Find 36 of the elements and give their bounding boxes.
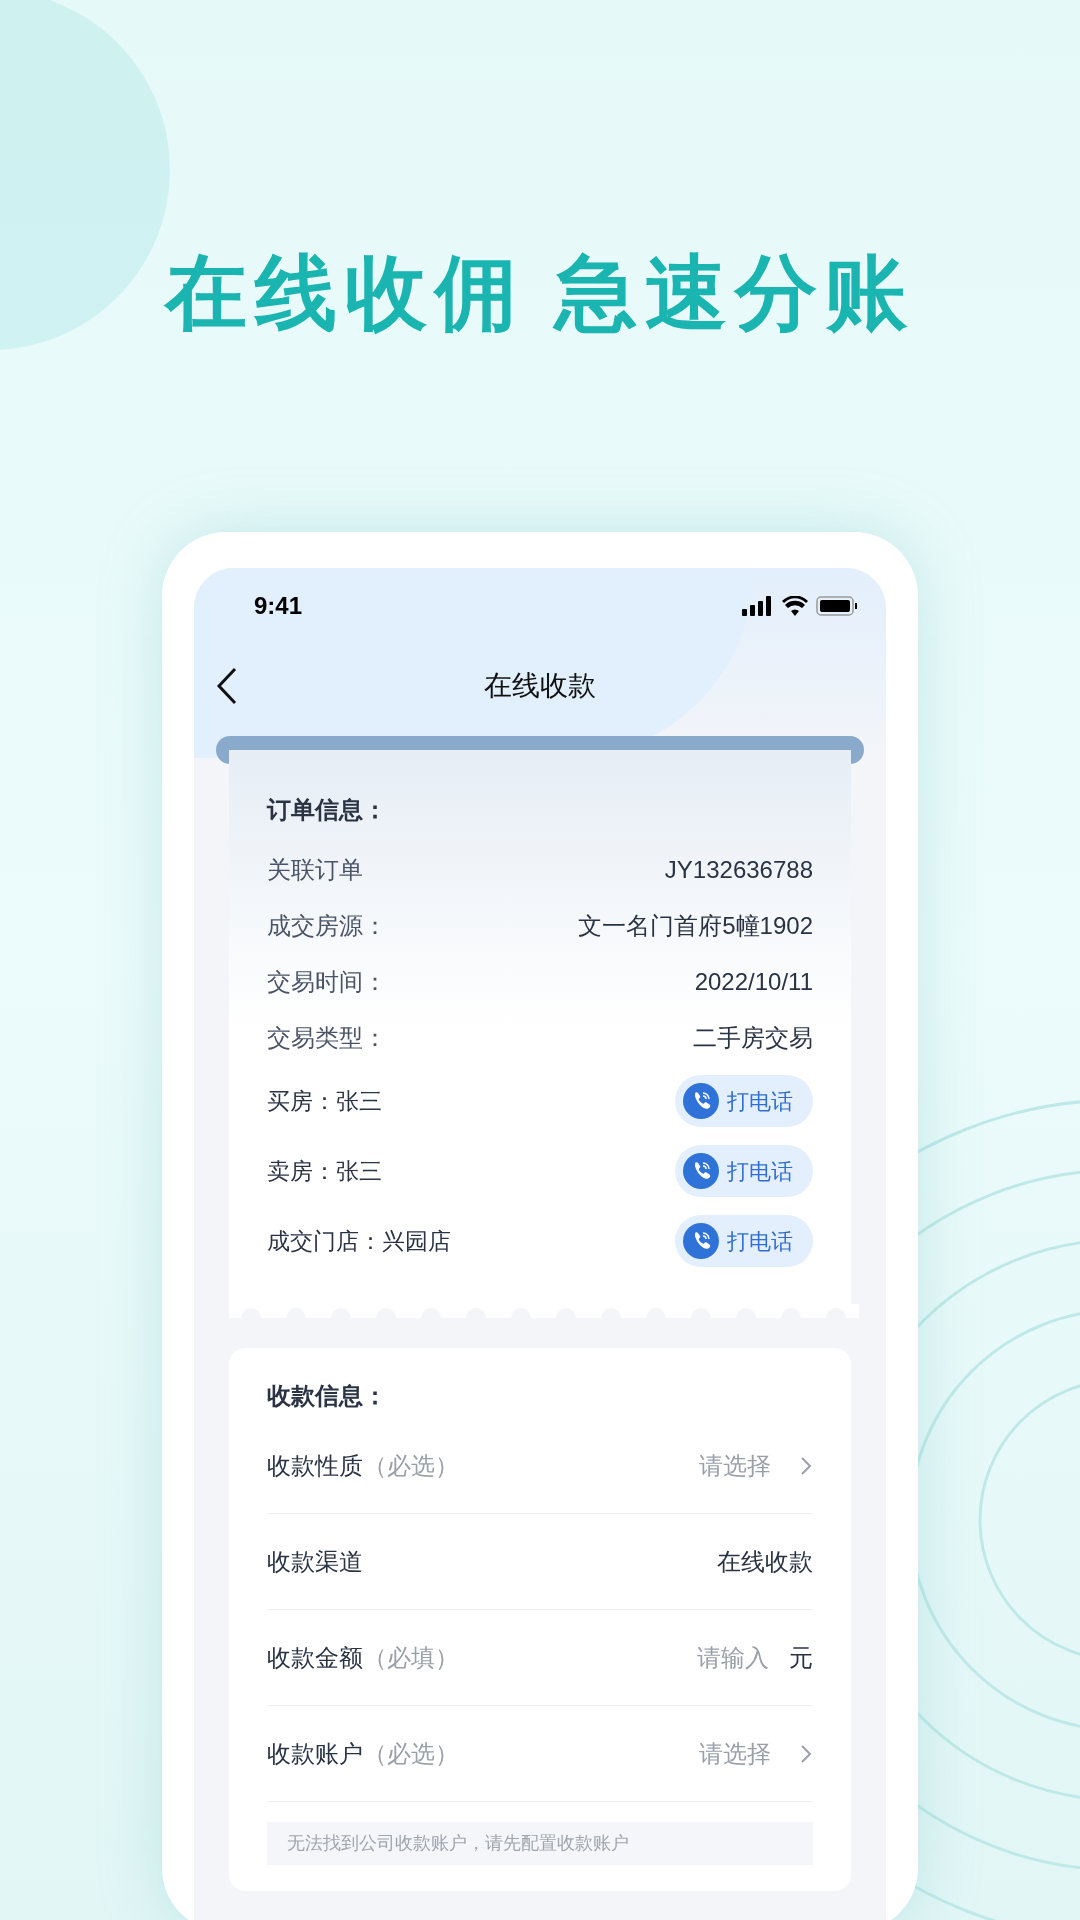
amount-field[interactable]: 请输入: [679, 1639, 769, 1676]
phone-icon: [683, 1153, 719, 1189]
section-title: 收款信息：: [267, 1381, 388, 1411]
call-button[interactable]: 打电话: [675, 1215, 813, 1267]
call-button[interactable]: 打电话: [675, 1075, 813, 1127]
field-label: 收款渠道: [267, 1546, 363, 1577]
field-value: 2022/10/11: [694, 967, 813, 997]
headline: 在线收佣 急速分账: [164, 252, 916, 334]
contact-label: 成交门店：兴园店: [267, 1226, 451, 1256]
field-label: 关联订单: [267, 855, 363, 885]
select-field[interactable]: 请选择: [699, 1735, 813, 1772]
field-value: 二手房交易: [693, 1023, 813, 1053]
status-time: 9:41: [254, 591, 303, 621]
field-label: 收款账户（必选）: [267, 1738, 459, 1769]
select-field[interactable]: 请选择: [699, 1447, 813, 1484]
field-value: 在线收款: [717, 1546, 813, 1577]
phone-icon: [683, 1223, 719, 1259]
contact-label: 卖房：张三: [267, 1156, 382, 1186]
signal-icon: [742, 596, 774, 616]
battery-icon: [816, 596, 858, 616]
field-label: 成交房源：: [267, 911, 387, 941]
field-value: 文一名门首府5幢1902: [578, 911, 813, 941]
wifi-icon: [782, 596, 808, 616]
field-label: 交易时间：: [267, 967, 387, 997]
unit-label: 元: [789, 1642, 813, 1673]
call-button[interactable]: 打电话: [675, 1145, 813, 1197]
contact-label: 买房：张三: [267, 1086, 382, 1116]
section-title: 订单信息：: [267, 795, 388, 825]
back-icon[interactable]: [216, 667, 238, 705]
nav-title: 在线收款: [484, 669, 596, 703]
notice-text: 无法找到公司收款账户，请先配置收款账户: [267, 1822, 813, 1865]
field-value: JY132636788: [664, 855, 813, 885]
phone-icon: [683, 1083, 719, 1119]
field-label: 收款性质（必选）: [267, 1450, 459, 1481]
field-label: 收款金额（必填）: [267, 1642, 459, 1673]
field-label: 交易类型：: [267, 1023, 387, 1053]
